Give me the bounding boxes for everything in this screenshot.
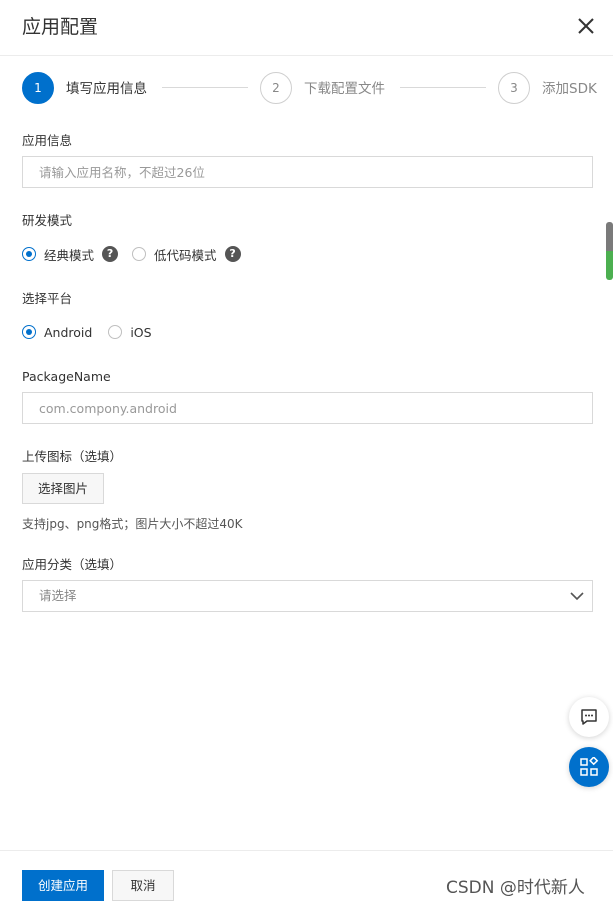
steps-indicator: 1 填写应用信息 2 下载配置文件 3 添加SDK: [0, 72, 613, 106]
question-icon[interactable]: ?: [102, 246, 119, 262]
step-1-label: 填写应用信息: [66, 81, 147, 97]
scrollbar[interactable]: [606, 222, 613, 280]
choose-image-button[interactable]: 选择图片: [22, 473, 104, 504]
step-2-label: 下载配置文件: [304, 81, 385, 97]
question-icon[interactable]: ?: [224, 246, 241, 262]
dialog-footer: 创建应用 取消 CSDN @时代新人: [0, 850, 613, 905]
step-3-circle: 3: [498, 72, 530, 104]
chat-button[interactable]: [569, 697, 609, 737]
radio-ios-dot[interactable]: [108, 325, 123, 339]
radio-ios[interactable]: iOS: [108, 324, 152, 340]
cancel-button[interactable]: 取消: [112, 870, 174, 901]
app-info-label: 应用信息: [22, 133, 73, 148]
radio-android[interactable]: Android: [22, 325, 92, 340]
radio-classic-mode[interactable]: 经典模式: [22, 245, 94, 264]
radio-ios-label: iOS: [130, 324, 152, 340]
radio-lowcode-mode-dot[interactable]: [132, 247, 147, 261]
step-2-circle: 2: [260, 72, 292, 104]
close-icon: [578, 18, 594, 34]
category-select-value: 请选择: [39, 588, 77, 603]
step-connector: [400, 87, 486, 88]
radio-classic-mode-dot[interactable]: [22, 247, 36, 261]
icon-upload-hint: 支持jpg、png格式；图片大小不超过40K: [22, 517, 243, 531]
dev-mode-radio-group: 经典模式 ? 低代码模式 ?: [22, 244, 255, 264]
apps-icon: [580, 757, 599, 776]
watermark-text: CSDN @时代新人: [446, 878, 585, 898]
chat-icon: [581, 709, 597, 725]
radio-lowcode-mode-label: 低代码模式: [154, 247, 217, 263]
app-name-input[interactable]: [22, 156, 593, 188]
platform-label: 选择平台: [22, 291, 73, 306]
package-name-label: PackageName: [22, 369, 111, 384]
apps-button[interactable]: [569, 747, 609, 787]
platform-radio-group: Android iOS: [22, 322, 152, 342]
category-select[interactable]: 请选择: [22, 580, 593, 612]
package-name-input[interactable]: [22, 392, 593, 424]
radio-android-label: Android: [44, 324, 93, 340]
dev-mode-label: 研发模式: [22, 213, 73, 228]
radio-android-dot[interactable]: [22, 325, 36, 339]
chevron-down-icon: [570, 592, 584, 601]
step-3-label: 添加SDK: [542, 81, 597, 97]
category-label: 应用分类（选填）: [22, 557, 123, 572]
step-connector: [162, 87, 248, 88]
close-button[interactable]: [575, 15, 597, 37]
icon-upload-label: 上传图标（选填）: [22, 449, 123, 464]
create-app-button[interactable]: 创建应用: [22, 870, 104, 901]
dialog-title: 应用配置: [22, 16, 99, 38]
dialog-header: 应用配置: [0, 0, 613, 56]
radio-lowcode-mode[interactable]: 低代码模式: [132, 245, 217, 264]
radio-classic-mode-label: 经典模式: [44, 247, 95, 263]
step-1-circle: 1: [22, 72, 54, 104]
